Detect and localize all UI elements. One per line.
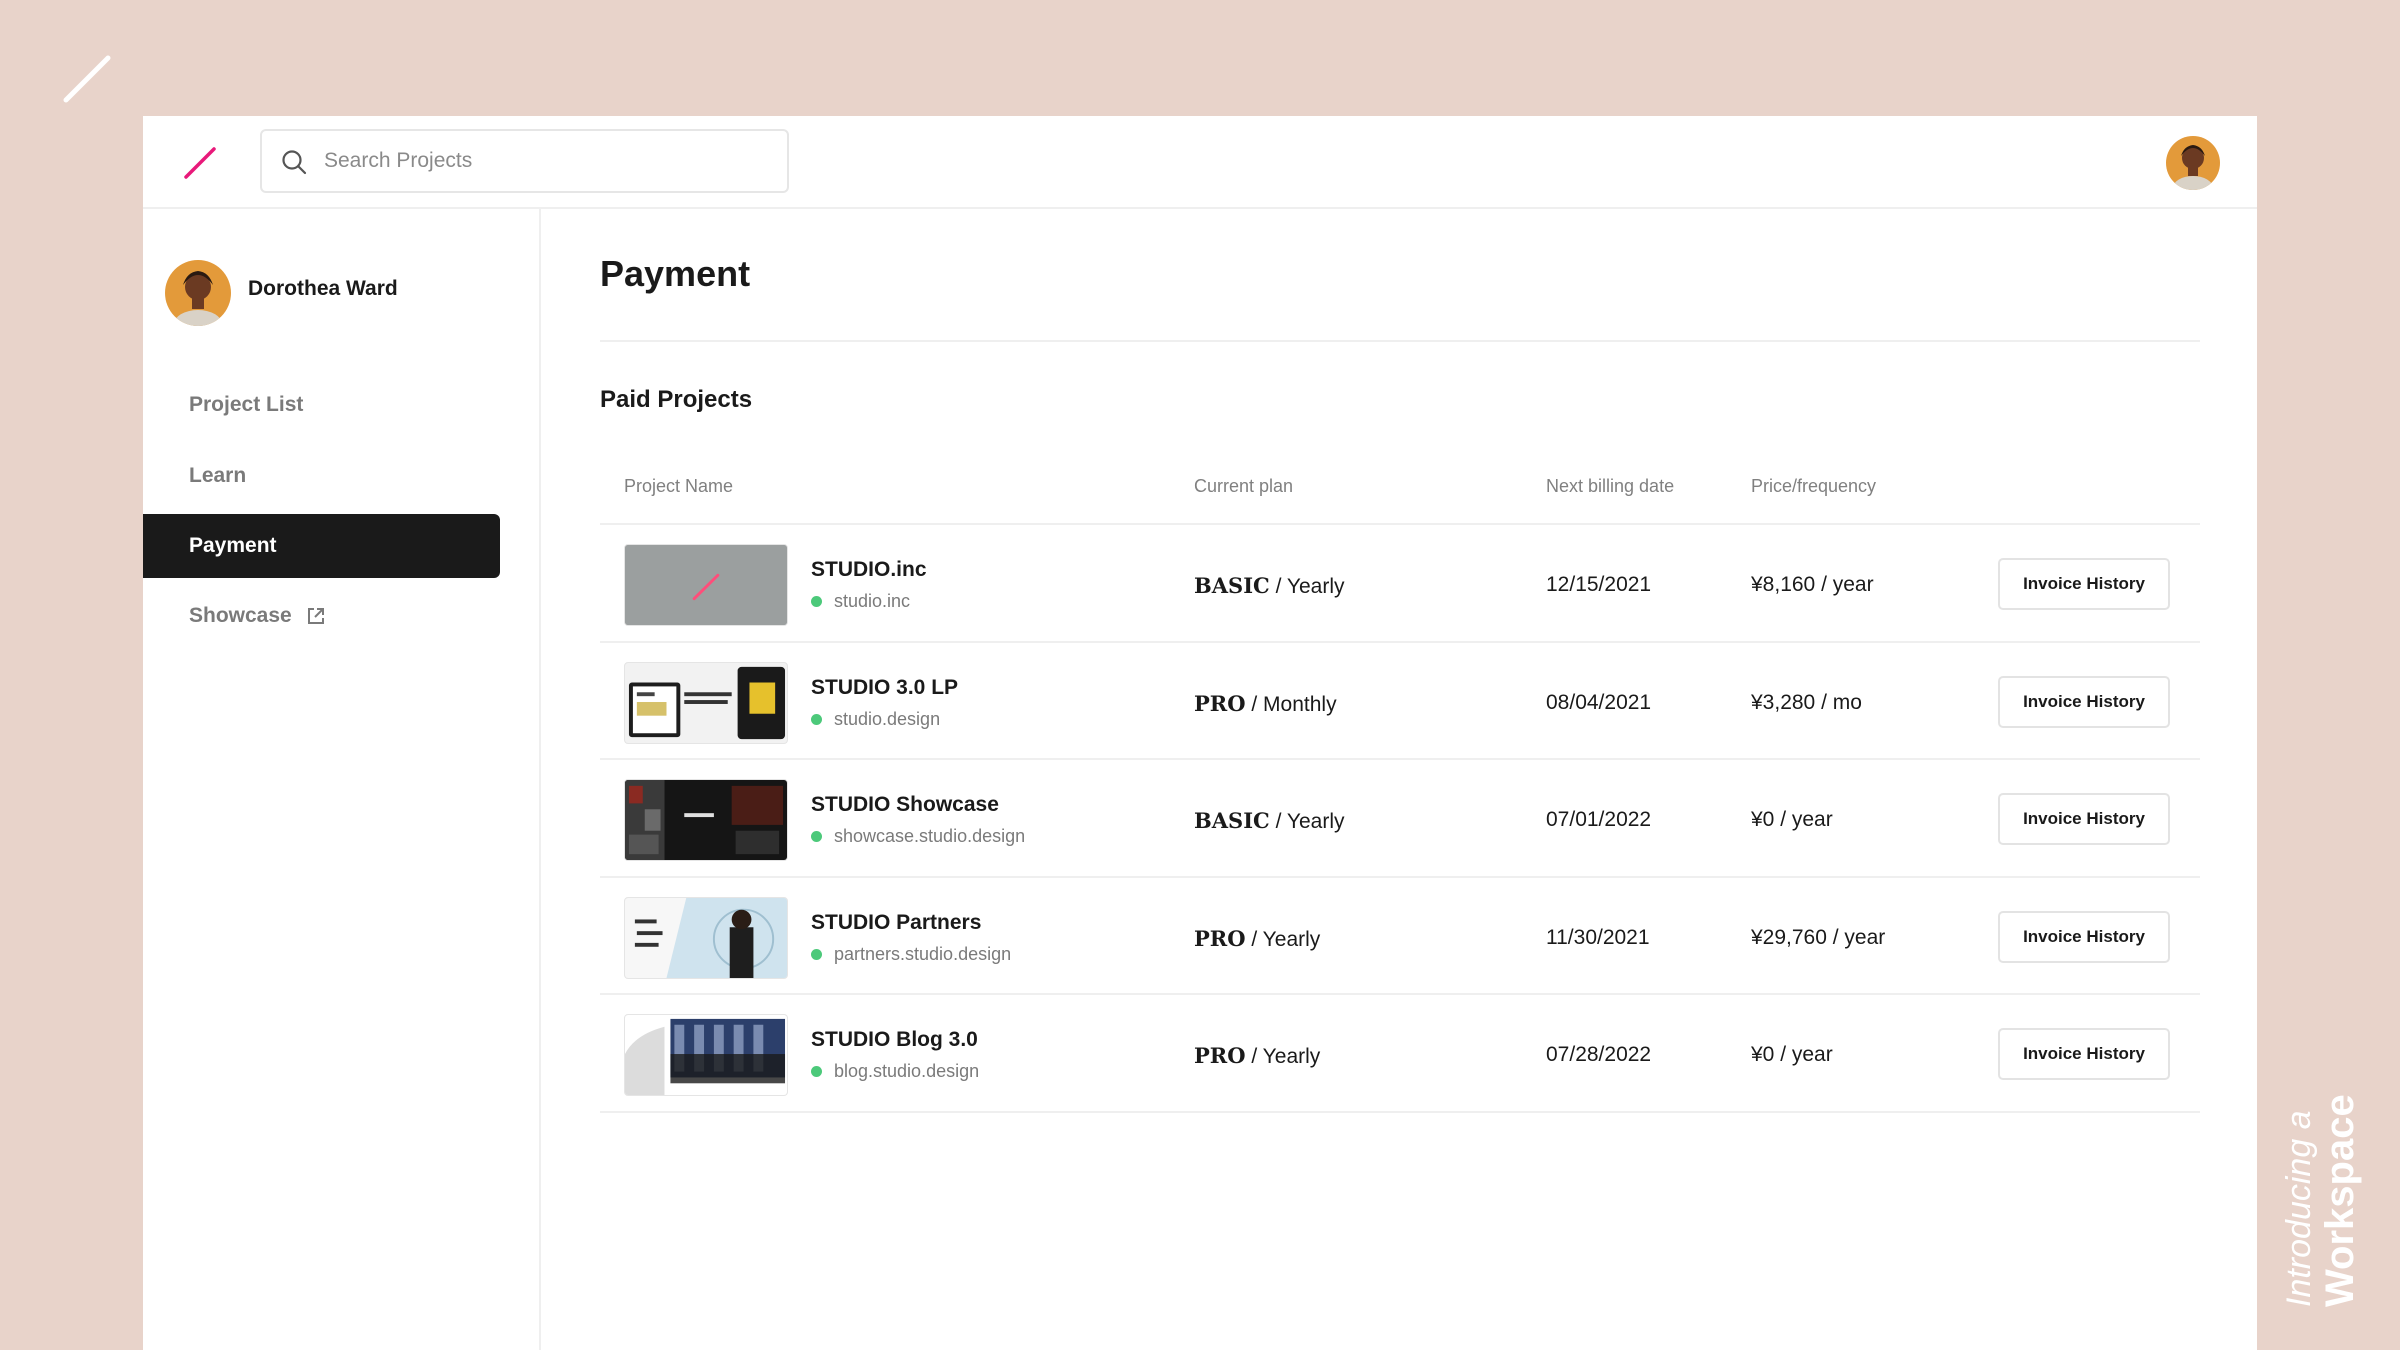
app-logo-icon[interactable] [183, 146, 217, 180]
price-frequency: ¥8,160 / year [1751, 573, 1874, 596]
column-header: Current plan [1194, 476, 1294, 496]
project-domain: studio.inc [811, 591, 910, 612]
main-content: Payment Paid Projects Project Name Curre… [600, 209, 2200, 1350]
status-dot-icon [811, 831, 822, 842]
next-billing-date: 07/01/2022 [1546, 808, 1652, 831]
sidebar-item-label: Project List [189, 393, 304, 416]
search-icon [282, 150, 307, 175]
project-name[interactable]: STUDIO Showcase [811, 793, 999, 817]
page-title: Payment [600, 253, 751, 294]
search-input[interactable] [324, 141, 764, 181]
table-row: STUDIO Showcase showcase.studio.design B… [600, 760, 2200, 878]
sidebar-item-label: Showcase [189, 604, 292, 627]
column-header: Project Name [624, 476, 734, 496]
sidebar-item-learn[interactable]: Learn [143, 444, 500, 508]
tagline: Introducing a Workspace [2280, 1094, 2362, 1307]
price-frequency: ¥0 / year [1751, 1043, 1833, 1066]
top-bar [143, 116, 2257, 209]
status-dot-icon [811, 1066, 822, 1077]
plan-frequency: / Monthly [1251, 692, 1337, 716]
price-frequency: ¥29,760 / year [1751, 925, 1886, 949]
project-domain-text: showcase.studio.design [834, 826, 1026, 846]
next-billing-date: 07/28/2022 [1546, 1043, 1652, 1066]
invoice-history-button[interactable]: Invoice History [1998, 558, 2170, 610]
column-header: Price/frequency [1751, 476, 1877, 496]
plan-frequency: / Yearly [1251, 927, 1321, 951]
project-domain: showcase.studio.design [811, 826, 1025, 847]
project-domain-text: blog.studio.design [834, 1061, 980, 1081]
plan-tier: PRO [1194, 1043, 1246, 1068]
column-header: Next billing date [1546, 476, 1675, 496]
plan-tier: BASIC [1194, 808, 1270, 833]
user-name: Dorothea Ward [248, 277, 398, 300]
user-avatar[interactable] [165, 260, 231, 326]
status-dot-icon [811, 948, 822, 960]
current-plan: PRO / Yearly [1194, 926, 1320, 952]
avatar[interactable] [2166, 136, 2220, 190]
table-header: Project Name Current plan Next billing d… [600, 453, 2200, 525]
status-dot-icon [811, 596, 822, 607]
slash-logo-icon [63, 55, 111, 103]
project-thumbnail[interactable] [624, 661, 788, 744]
table-row: STUDIO.inc studio.inc BASIC / Yearly 12/… [600, 525, 2200, 643]
current-plan: PRO / Yearly [1194, 1043, 1320, 1069]
section-title: Paid Projects [600, 386, 753, 413]
table-row: STUDIO Partners partners.studio.design P… [600, 878, 2200, 995]
project-thumbnail[interactable] [624, 896, 788, 979]
price-frequency: ¥3,280 / mo [1751, 690, 1862, 714]
sidebar-item-showcase[interactable]: Showcase [143, 584, 500, 648]
project-name[interactable]: STUDIO 3.0 LP [811, 676, 958, 700]
sidebar: Dorothea Ward Project List Learn Payment… [143, 209, 541, 1350]
project-domain: partners.studio.design [811, 944, 1011, 965]
project-domain-text: studio.design [834, 708, 941, 729]
plan-tier: BASIC [1194, 573, 1270, 598]
status-dot-icon [811, 713, 822, 725]
current-plan: PRO / Monthly [1194, 691, 1337, 717]
sidebar-item-payment[interactable]: Payment [143, 514, 500, 578]
external-link-icon [307, 608, 324, 624]
price-frequency: ¥0 / year [1751, 808, 1833, 831]
project-name[interactable]: STUDIO Partners [811, 911, 981, 935]
current-plan: BASIC / Yearly [1194, 808, 1344, 834]
paid-projects-table: Project Name Current plan Next billing d… [600, 453, 2200, 1113]
plan-frequency: / Yearly [1275, 810, 1345, 833]
invoice-history-button[interactable]: Invoice History [1998, 1028, 2170, 1080]
project-domain: blog.studio.design [811, 1061, 979, 1082]
project-name[interactable]: STUDIO.inc [811, 558, 927, 582]
project-domain-text: studio.inc [834, 591, 911, 611]
sidebar-item-label: Payment [189, 534, 277, 557]
invoice-history-button[interactable]: Invoice History [1998, 910, 2170, 963]
project-domain-text: partners.studio.design [834, 943, 1012, 964]
sidebar-item-project-list[interactable]: Project List [143, 373, 500, 437]
next-billing-date: 12/15/2021 [1546, 573, 1652, 596]
plan-frequency: / Yearly [1275, 575, 1345, 598]
app-window: Dorothea Ward Project List Learn Payment… [143, 116, 2257, 1350]
sidebar-item-label: Learn [189, 464, 247, 487]
table-row: STUDIO Blog 3.0 blog.studio.design PRO /… [600, 995, 2200, 1113]
plan-tier: PRO [1194, 690, 1246, 716]
invoice-history-button[interactable]: Invoice History [1998, 793, 2170, 845]
project-name[interactable]: STUDIO Blog 3.0 [811, 1028, 978, 1052]
next-billing-date: 08/04/2021 [1546, 690, 1652, 714]
current-plan: BASIC / Yearly [1194, 573, 1344, 599]
search-box[interactable] [260, 129, 789, 193]
project-domain: studio.design [811, 709, 940, 730]
table-row: STUDIO 3.0 LP studio.design PRO / Monthl… [600, 643, 2200, 760]
project-thumbnail[interactable] [624, 544, 788, 626]
tagline-light: Introducing a [2280, 1110, 2318, 1307]
project-thumbnail[interactable] [624, 1014, 788, 1096]
project-thumbnail[interactable] [624, 779, 788, 861]
plan-tier: PRO [1194, 925, 1246, 951]
invoice-history-button[interactable]: Invoice History [1998, 675, 2170, 728]
next-billing-date: 11/30/2021 [1546, 925, 1650, 949]
divider [600, 340, 2200, 342]
plan-frequency: / Yearly [1251, 1045, 1321, 1068]
tagline-bold: Workspace [2318, 1094, 2362, 1307]
